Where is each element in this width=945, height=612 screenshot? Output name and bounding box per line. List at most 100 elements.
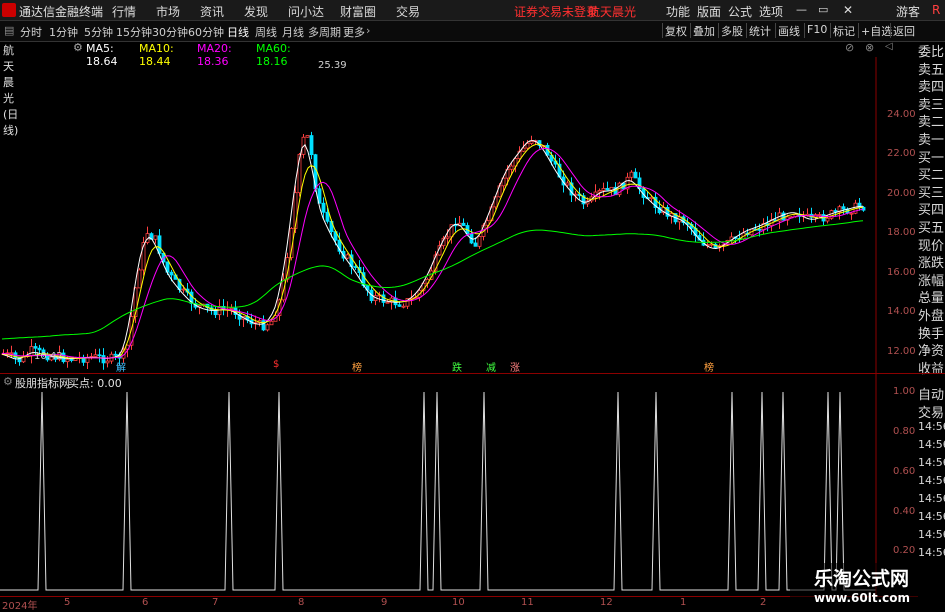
menu-banmian[interactable]: 版面 xyxy=(697,3,721,20)
candle-body xyxy=(525,143,530,149)
period-fenshi[interactable]: 分时 xyxy=(20,24,42,40)
candle-body xyxy=(9,352,14,355)
period-15min[interactable]: 15分钟 xyxy=(116,24,152,40)
watermark: 乐淘公式网 www.60lt.com xyxy=(790,563,940,607)
period-1min[interactable]: 1分钟 xyxy=(49,24,78,40)
date-tick: 12 xyxy=(600,597,613,608)
menu-faxian[interactable]: 发现 xyxy=(244,3,268,20)
quote-label: 买二 xyxy=(918,168,945,184)
menu-jiaoyi[interactable]: 交易 xyxy=(396,3,420,20)
period-day[interactable]: 日线 xyxy=(227,24,249,40)
period-60min[interactable]: 60分钟 xyxy=(188,24,224,40)
quote-label: 卖二 xyxy=(918,115,945,131)
indicator-tick: 1.00 xyxy=(893,386,916,397)
title-bar: 通达信金融终端 行情 市场 资讯 发现 问小达 财富圈 交易 证券交易未登录 航… xyxy=(0,0,945,21)
event-tag[interactable]: 榜 xyxy=(704,359,714,374)
candle-body xyxy=(65,359,70,363)
candle-body xyxy=(849,212,854,215)
indicator-tick: 0.80 xyxy=(893,426,916,437)
main-kline-chart[interactable] xyxy=(0,41,918,373)
menu-xuanxiang[interactable]: 选项 xyxy=(759,3,783,20)
period-5min[interactable]: 5分钟 xyxy=(84,24,113,40)
date-axis: 2024年 5 6 7 8 9 10 11 12 1 2 xyxy=(0,596,918,612)
quote-label: 总量 xyxy=(918,291,945,307)
grid-menu-icon[interactable]: ▤ xyxy=(4,24,14,37)
candle-body xyxy=(605,188,610,191)
candle-body xyxy=(485,220,490,226)
menu-gongneng[interactable]: 功能 xyxy=(666,3,690,20)
candle-body xyxy=(397,304,402,307)
chevron-right-icon[interactable]: › xyxy=(366,24,370,37)
btn-fanhui[interactable]: 返回 xyxy=(890,23,917,38)
period-month[interactable]: 月线 xyxy=(282,24,304,40)
quote-label: 涨跌 xyxy=(918,256,945,272)
trade-mode-label: 自动 xyxy=(918,388,945,403)
candle-body xyxy=(181,288,186,291)
corner-r: R xyxy=(932,3,941,17)
btn-biaoji[interactable]: 标记 xyxy=(830,23,857,38)
login-warning[interactable]: 证券交易未登录 xyxy=(514,3,598,20)
date-tick: 9 xyxy=(381,597,388,608)
trade-time: 14:56 xyxy=(918,474,945,487)
menu-wenxiaoda[interactable]: 问小达 xyxy=(288,3,324,20)
btn-huaxian[interactable]: 画线 xyxy=(775,23,802,38)
buy-signal-line xyxy=(0,391,876,591)
period-multi[interactable]: 多周期 xyxy=(308,24,341,40)
candle-body xyxy=(105,360,110,364)
candle-body xyxy=(345,254,350,259)
event-tag[interactable]: 减 xyxy=(486,359,496,374)
period-30min[interactable]: 30分钟 xyxy=(152,24,188,40)
date-tick: 7 xyxy=(212,597,219,608)
candle-body xyxy=(529,140,534,144)
event-tag[interactable]: 榜 xyxy=(352,359,362,374)
menu-caifuquan[interactable]: 财富圈 xyxy=(340,3,376,20)
trade-time: 14:56 xyxy=(918,546,945,559)
menu-shichang[interactable]: 市场 xyxy=(156,3,180,20)
date-tick: 8 xyxy=(298,597,305,608)
event-tag[interactable]: 解 xyxy=(116,359,126,374)
period-week[interactable]: 周线 xyxy=(255,24,277,40)
candle-body xyxy=(169,271,174,276)
price-tick: 14.00 xyxy=(887,306,916,317)
event-tag[interactable]: $ xyxy=(273,359,279,370)
btn-f10[interactable]: F10 xyxy=(804,23,829,38)
candle-body xyxy=(825,217,830,222)
btn-diejia[interactable]: 叠加 xyxy=(690,23,717,38)
price-tick: 12.00 xyxy=(887,346,916,357)
candle-body xyxy=(325,211,330,222)
menu-gongshi[interactable]: 公式 xyxy=(728,3,752,20)
indicator-tick: 0.20 xyxy=(893,545,916,556)
btn-fuquan[interactable]: 复权 xyxy=(662,23,689,38)
maximize-icon[interactable]: ▭ xyxy=(818,3,828,16)
indicator-chart[interactable] xyxy=(0,374,918,596)
price-tick: 22.00 xyxy=(887,148,916,159)
event-tag[interactable]: 涨 xyxy=(510,359,520,374)
minimize-icon[interactable]: — xyxy=(796,3,807,16)
btn-tongji[interactable]: 统计 xyxy=(746,23,773,38)
quote-label: 换手 xyxy=(918,326,945,342)
candle-body xyxy=(33,346,38,349)
event-tag[interactable]: 跌 xyxy=(452,359,462,374)
app-name: 通达信金融终端 xyxy=(19,5,104,19)
btn-duogu[interactable]: 多股 xyxy=(718,23,745,38)
period-more[interactable]: 更多 xyxy=(343,24,365,40)
candle-body xyxy=(841,206,846,210)
price-tick: 18.00 xyxy=(887,227,916,238)
btn-zixuan[interactable]: +自选 xyxy=(858,23,894,38)
current-stock-name: 航天晨光 xyxy=(588,5,637,19)
candle-body xyxy=(509,165,514,170)
candle-body xyxy=(477,236,482,247)
app-logo-icon xyxy=(2,3,16,17)
menu-hangqing[interactable]: 行情 xyxy=(112,3,136,20)
close-icon[interactable]: ✕ xyxy=(843,3,853,17)
quote-label: 卖一 xyxy=(918,133,945,148)
guest-label[interactable]: 游客 xyxy=(896,3,920,20)
indicator-tick: 0.60 xyxy=(893,466,916,477)
buy-signal-spikes xyxy=(0,391,876,591)
candle-body xyxy=(629,171,634,178)
menu-zixun[interactable]: 资讯 xyxy=(200,3,224,20)
price-tick: 16.00 xyxy=(887,267,916,278)
candle-body xyxy=(137,269,142,289)
trade-time: 14:56 xyxy=(918,528,945,541)
candle-body xyxy=(381,294,386,303)
